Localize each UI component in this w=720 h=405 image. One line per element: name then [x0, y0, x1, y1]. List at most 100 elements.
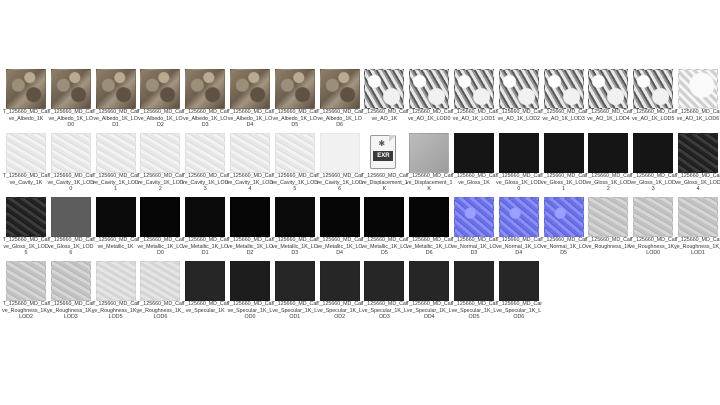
file-item[interactable]: T_125660_MD_Carve_Metallic_1K_LOD4	[316, 197, 363, 257]
file-item[interactable]: T_125660_MD_Carve_Albedo_1K_LOD0	[48, 69, 94, 129]
file-item[interactable]: T_125660_MD_Carve_Specular_1K_LOD4	[406, 261, 452, 321]
file-name-label: T_125660_MD_Carve_Gloss_1K_LOD3	[629, 173, 677, 193]
texture-thumbnail	[454, 197, 494, 237]
file-item[interactable]: T_125660_MD_Carve_Normal_1K_LOD5	[540, 197, 587, 257]
file-item[interactable]: T_125660_MD_Carve_AO_1K_LOD5	[630, 69, 676, 129]
file-item[interactable]: T_125660_MD_Carve_Gloss_1K_LOD2	[585, 133, 632, 193]
file-name-label: T_125660_MD_Carve_AO_1K_LOD1	[450, 109, 498, 122]
file-item[interactable]: T_125660_MD_Carve_Cavity_1K	[3, 133, 49, 193]
texture-thumbnail	[678, 69, 718, 109]
file-item[interactable]: T_125660_MD_Carve_Gloss_1K_LOD1	[540, 133, 587, 193]
file-item[interactable]: T_125660_MD_Carve_Metallic_1K_LOD2	[227, 197, 273, 257]
texture-thumbnail	[185, 261, 226, 301]
texture-thumbnail	[364, 197, 405, 237]
file-item[interactable]: T_125660_MD_Carve_Cavity_1K_LOD1	[92, 133, 139, 193]
texture-thumbnail	[409, 261, 450, 301]
file-item[interactable]: T_125660_MD_Carve_Albedo_1K	[3, 69, 49, 129]
file-item[interactable]: T_125660_MD_Carve_Normal_1K_LOD3	[451, 197, 497, 257]
file-name-label: T_125660_MD_Carve_AO_1K_LOD0	[405, 109, 453, 122]
file-item[interactable]: T_125660_MD_Carve_AO_1K_LOD0	[405, 69, 453, 129]
file-item[interactable]: T_125660_MD_Carve_Albedo_1K_LOD3	[182, 69, 228, 129]
file-item[interactable]: T_125660_MD_Carve_Roughness_1K_LOD0	[629, 197, 677, 257]
file-item[interactable]: T_125660_MD_Carve_Gloss_1K	[451, 133, 497, 193]
file-name-label: T_125660_MD_Carve_Displacement_1K	[361, 173, 408, 193]
file-item[interactable]: T_125660_MD_Carve_Metallic_1K_LOD3	[271, 197, 319, 257]
file-item[interactable]: ✱ EXR T_125660_MD_Carve_Displacement_1K	[361, 133, 408, 193]
file-item[interactable]: T_125660_MD_Carve_AO_1K_LOD2	[496, 69, 542, 129]
file-item[interactable]: T_125660_MD_Carve_AO_1K_LOD6	[675, 69, 720, 129]
file-item[interactable]: T_125660_MD_Carve_Gloss_1K_LOD5	[3, 197, 49, 257]
file-item[interactable]: T_125660_MD_Carve_AO_1K_LOD4	[585, 69, 632, 129]
file-item[interactable]: T_125660_MD_Carve_Specular_1K_LOD1	[272, 261, 318, 321]
file-item[interactable]: T_125660_MD_Carve_AO_1K	[361, 69, 408, 129]
texture-thumbnail	[454, 133, 494, 173]
file-name-label: T_125660_MD_Carve_Cavity_1K_LOD1	[92, 173, 139, 193]
texture-thumbnail	[588, 133, 629, 173]
file-item[interactable]: T_125660_MD_Carve_Normal_1K_LOD4	[495, 197, 543, 257]
file-name-label: T_125660_MD_Carve_Specular_1K_LOD0	[226, 301, 274, 321]
texture-thumbnail	[6, 133, 46, 173]
file-item[interactable]: T_125660_MD_Carve_Gloss_1K_LOD3	[629, 133, 677, 193]
file-item[interactable]: T_125660_MD_Carve_Metallic_1K_LOD0	[137, 197, 184, 257]
file-item[interactable]: T_125660_MD_Carve_Cavity_1K_LOD2	[137, 133, 184, 193]
texture-thumbnail	[185, 197, 226, 237]
file-item[interactable]: T_125660_MD_Carve_Roughness_1K_LOD6	[137, 261, 184, 321]
file-item[interactable]: T_125660_MD_Carve_Albedo_1K_LOD4	[227, 69, 273, 129]
file-item[interactable]: T_125660_MD_Carve_Roughness_1K_LOD3	[47, 261, 95, 321]
file-item[interactable]: T_125660_MD_Carve_Cavity_1K_LOD5	[272, 133, 318, 193]
texture-thumbnail	[95, 133, 136, 173]
texture-thumbnail	[6, 69, 46, 109]
file-item[interactable]: T_125660_MD_Carve_Displacement_1K	[406, 133, 452, 193]
texture-thumbnail	[498, 69, 539, 109]
file-item[interactable]: T_125660_MD_Carve_Metallic_1K_LOD5	[361, 197, 408, 257]
file-item[interactable]: T_125660_MD_Carve_Gloss_1K_LOD4	[674, 133, 720, 193]
file-name-label: T_125660_MD_Carve_Metallic_1K_LOD3	[271, 237, 319, 257]
file-item[interactable]: T_125660_MD_Carve_Specular_1K_LOD3	[361, 261, 408, 321]
texture-thumbnail	[140, 261, 181, 301]
file-item[interactable]: T_125660_MD_Carve_Specular_1K_LOD2	[316, 261, 363, 321]
file-item[interactable]: T_125660_MD_Carve_AO_1K_LOD3	[540, 69, 587, 129]
file-item[interactable]: T_125660_MD_Carve_Cavity_1K_LOD6	[316, 133, 363, 193]
texture-thumbnail	[50, 261, 91, 301]
file-item[interactable]: T_125660_MD_Carve_Albedo_1K_LOD5	[272, 69, 318, 129]
texture-thumbnail	[274, 197, 315, 237]
texture-thumbnail	[678, 197, 718, 237]
texture-thumbnail	[6, 197, 46, 237]
file-item[interactable]: T_125660_MD_Carve_Roughness_1K_LOD1	[674, 197, 720, 257]
file-name-label: T_125660_MD_Carve_Normal_1K_LOD4	[495, 237, 543, 257]
file-name-label: T_125660_MD_Carve_Cavity_1K_LOD0	[47, 173, 95, 193]
file-item[interactable]: T_125660_MD_Carve_Gloss_1K_LOD0	[495, 133, 543, 193]
file-item[interactable]: T_125660_MD_Carve_Metallic_1K	[92, 197, 139, 257]
file-item[interactable]: T_125660_MD_Carve_Metallic_1K_LOD6	[406, 197, 452, 257]
file-item[interactable]: T_125660_MD_Carve_Specular_1K_LOD5	[450, 261, 498, 321]
file-item[interactable]: T_125660_MD_Carve_Albedo_1K_LOD6	[316, 69, 363, 129]
file-item[interactable]: T_125660_MD_Carve_Cavity_1K_LOD4	[227, 133, 273, 193]
file-item[interactable]: T_125660_MD_Carve_Cavity_1K_LOD0	[47, 133, 95, 193]
file-item[interactable]: T_125660_MD_Carve_Roughness_1K_LOD2	[2, 261, 50, 321]
texture-thumbnail	[409, 69, 450, 109]
file-item[interactable]: T_125660_MD_Carve_Roughness_1K	[585, 197, 632, 257]
file-item[interactable]: T_125660_MD_Carve_Metallic_1K_LOD1	[182, 197, 228, 257]
file-item[interactable]: T_125660_MD_Carve_Roughness_1K_LOD5	[92, 261, 139, 321]
file-item[interactable]: T_125660_MD_Carve_Specular_1K_LOD0	[226, 261, 274, 321]
texture-thumbnail	[498, 133, 539, 173]
file-name-label: T_125660_MD_Carve_Gloss_1K_LOD4	[674, 173, 720, 193]
file-item[interactable]: T_125660_MD_Carve_Specular_1K	[182, 261, 228, 321]
file-item[interactable]: T_125660_MD_Carve_Specular_1K_LOD6	[496, 261, 542, 321]
texture-thumbnail	[498, 197, 539, 237]
file-name-label: T_125660_MD_Carve_AO_1K_LOD3	[540, 109, 587, 122]
texture-thumbnail	[274, 261, 315, 301]
file-item[interactable]: T_125660_MD_Carve_Cavity_1K_LOD3	[181, 133, 229, 193]
file-item[interactable]: T_125660_MD_Carve_Albedo_1K_LOD2	[137, 69, 184, 129]
file-item[interactable]: T_125660_MD_Carve_Albedo_1K_LOD1	[92, 69, 139, 129]
texture-thumbnail	[678, 133, 718, 173]
file-name-label: T_125660_MD_Carve_Specular_1K_LOD5	[450, 301, 498, 321]
file-name-label: T_125660_MD_Carve_Cavity_1K_LOD3	[181, 173, 229, 193]
texture-thumbnail	[95, 69, 136, 109]
file-name-label: T_125660_MD_Carve_Metallic_1K_LOD0	[137, 237, 184, 257]
texture-thumbnail	[409, 197, 450, 237]
file-item[interactable]: T_125660_MD_Carve_AO_1K_LOD1	[450, 69, 498, 129]
file-item[interactable]: T_125660_MD_Carve_Gloss_1K_LOD6	[48, 197, 94, 257]
file-name-label: T_125660_MD_Carve_Gloss_1K_LOD0	[495, 173, 543, 193]
texture-thumbnail	[140, 197, 181, 237]
